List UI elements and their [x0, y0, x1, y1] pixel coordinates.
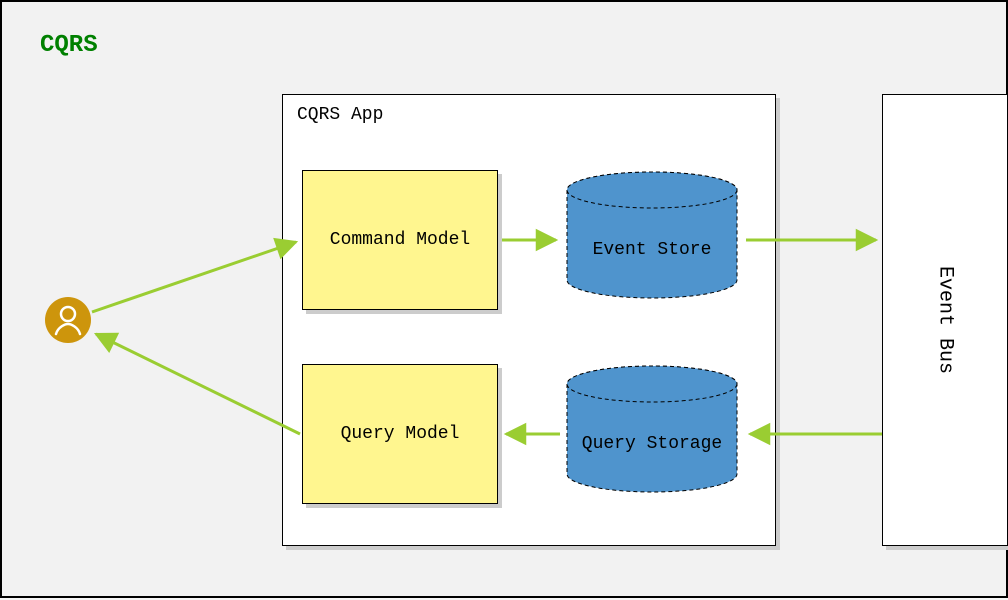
user-icon	[44, 296, 92, 344]
event-store-cylinder: Event Store	[562, 170, 742, 300]
diagram-title: CQRS	[40, 32, 98, 59]
command-model-label: Command Model	[330, 230, 470, 250]
cqrs-app-label: CQRS App	[297, 105, 383, 125]
diagram-canvas: CQRS CQRS App Event Bus Command Model Qu…	[0, 0, 1008, 598]
arrow-querymodel-to-user	[96, 334, 300, 434]
command-model-box: Command Model	[302, 170, 498, 310]
arrow-user-to-command	[92, 242, 296, 312]
event-store-label: Event Store	[562, 240, 742, 260]
event-bus-label: Event Bus	[934, 266, 957, 374]
query-model-box: Query Model	[302, 364, 498, 504]
query-storage-label: Query Storage	[562, 434, 742, 454]
query-model-label: Query Model	[341, 424, 460, 444]
event-bus-box: Event Bus	[882, 94, 1008, 546]
query-storage-cylinder: Query Storage	[562, 364, 742, 494]
